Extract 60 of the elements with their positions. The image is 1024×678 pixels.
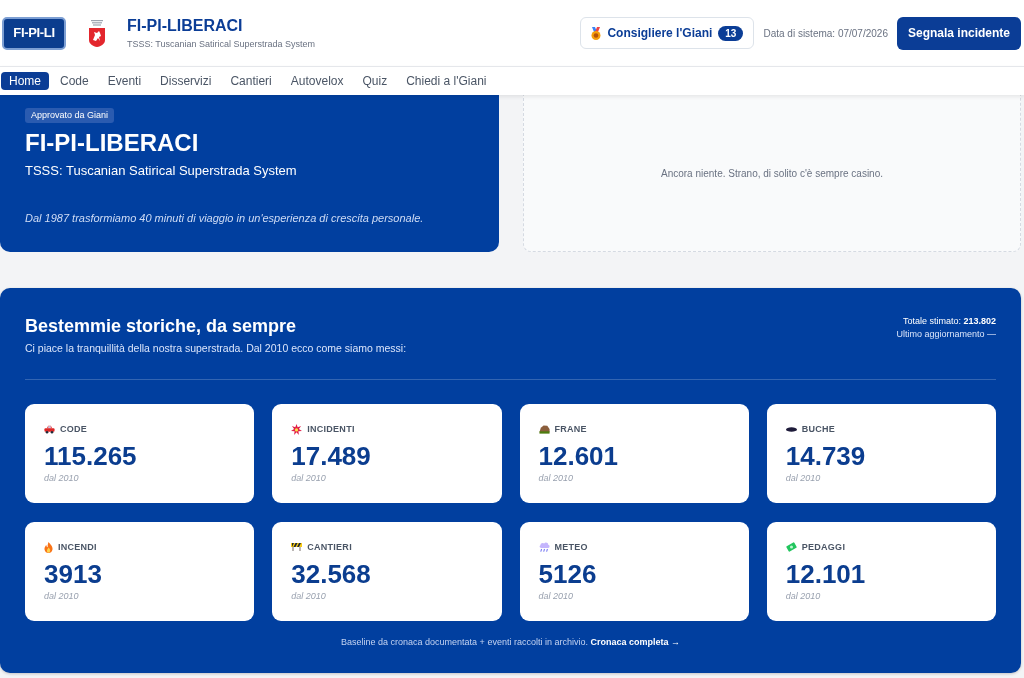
nav-tab[interactable]: Quiz bbox=[354, 72, 396, 90]
source-note: Baseline da cronaca documentata + eventi raccolti in archivio. Cronaca completa → bbox=[340, 636, 681, 648]
hero-tagline: Dal 1987 trasformiamo 40 minuti di viaggio in un'esperienza di crescita personale. bbox=[25, 211, 425, 225]
stat-label: CANTIERI bbox=[307, 541, 352, 553]
report-incident-button[interactable]: Segnala incidente bbox=[896, 16, 1021, 50]
stat-value: 17.489 bbox=[291, 441, 372, 471]
nav-tab[interactable]: Code bbox=[52, 72, 97, 90]
crest-icon bbox=[88, 19, 106, 47]
stat-label: INCIDENTI bbox=[307, 423, 355, 435]
last-update: Ultimo aggiornamento — bbox=[896, 328, 996, 340]
banknote-icon bbox=[785, 542, 797, 552]
estimated-total: Totale stimato: 213.802 bbox=[902, 315, 996, 327]
nav-tab[interactable]: Disservizi bbox=[152, 72, 220, 90]
councillor-button[interactable]: Consigliere l'Giani 13 bbox=[580, 17, 755, 49]
stat-note: dal 2010 bbox=[44, 590, 80, 602]
stat-note: dal 2010 bbox=[291, 472, 327, 484]
stat-note: dal 2010 bbox=[785, 472, 822, 484]
nav-tab[interactable]: Home bbox=[1, 72, 49, 90]
nav-tab[interactable]: Eventi bbox=[99, 72, 150, 90]
count-badge: 13 bbox=[718, 25, 744, 41]
stat-value: 12.101 bbox=[785, 559, 867, 589]
stat-value: 14.739 bbox=[785, 441, 867, 471]
burst-icon bbox=[291, 423, 303, 435]
stat-label: FRANE bbox=[554, 423, 587, 435]
stat-value: 5126 bbox=[538, 559, 598, 589]
stat-value: 115.265 bbox=[44, 441, 138, 471]
rain-cloud-icon bbox=[538, 542, 550, 552]
stat-value: 3913 bbox=[44, 559, 103, 589]
car-icon bbox=[44, 424, 55, 434]
hero-subtitle: TSSS: Tuscanian Satirical Superstrada System bbox=[25, 163, 298, 179]
site-title: FI-PI-LIBERACI bbox=[127, 16, 244, 36]
site-logo[interactable]: FI-PI-LI bbox=[2, 16, 66, 50]
stat-note: dal 2010 bbox=[538, 472, 575, 484]
stat-note: dal 2010 bbox=[785, 590, 822, 602]
barrier-icon bbox=[291, 543, 303, 551]
stat-label: PEDAGGI bbox=[801, 541, 846, 553]
hole-icon bbox=[785, 426, 797, 432]
stats-title: Bestemmie storiche, da sempre bbox=[25, 315, 298, 337]
full-chronicle-link[interactable]: Cronaca completa → bbox=[590, 637, 680, 647]
stats-subtitle: Ci piace la tranquillità della nostra superstrada. Dal 2010 ecco come siamo messi: bbox=[25, 342, 407, 355]
nav-tab[interactable]: Chiedi a l'Giani bbox=[398, 72, 495, 90]
stat-note: dal 2010 bbox=[538, 590, 575, 602]
empty-message: Ancora niente. Strano, di solito c'è sempre casino. bbox=[661, 166, 883, 181]
rock-icon bbox=[538, 424, 550, 434]
stat-label: BUCHE bbox=[801, 423, 836, 435]
stat-label: INCENDI bbox=[58, 541, 97, 553]
flame-icon bbox=[44, 541, 53, 553]
stat-label: METEO bbox=[554, 541, 588, 553]
stat-value: 32.568 bbox=[291, 559, 372, 589]
stat-note: dal 2010 bbox=[291, 590, 327, 602]
system-date: Data di sistema: 07/07/2026 bbox=[763, 26, 888, 41]
medal-icon bbox=[591, 26, 602, 40]
approval-tag: Approvato da Giani bbox=[25, 108, 115, 123]
nav-tab[interactable]: Cantieri bbox=[222, 72, 280, 90]
stat-note: dal 2010 bbox=[44, 472, 80, 484]
stat-value: 12.601 bbox=[538, 441, 620, 471]
nav-tab[interactable]: Autovelox bbox=[282, 72, 352, 90]
stat-label: CODE bbox=[60, 423, 88, 435]
site-subtitle: TSSS: Tuscanian Satirical Superstrada System bbox=[127, 38, 316, 50]
hero-title: FI-PI-LIBERACI bbox=[25, 129, 200, 157]
